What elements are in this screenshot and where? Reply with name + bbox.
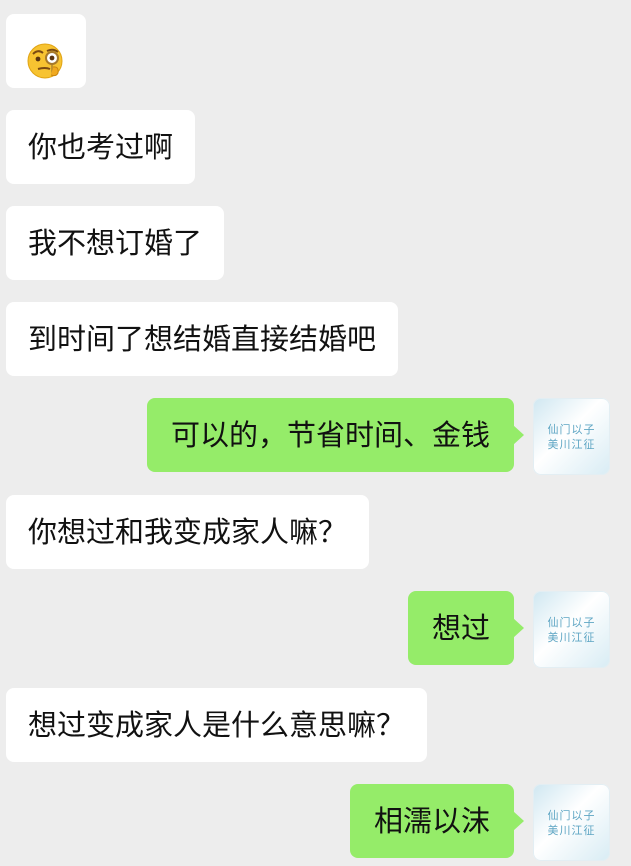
message-row-outgoing: 想过 仙门以子 美川江征 [0,591,631,668]
avatar[interactable]: 仙门以子 美川江征 [533,398,610,475]
message-text: 你想过和我变成家人嘛？ [28,515,348,549]
avatar-text-line2: 美川江征 [547,824,596,837]
message-bubble[interactable]: 可以的，节省时间、金钱 [146,398,525,472]
message-bubble[interactable]: 到时间了想结婚直接结婚吧 [6,302,399,376]
message-row-outgoing: 相濡以沫 仙门以子 美川江征 [0,784,631,861]
message-row-outgoing: 可以的，节省时间、金钱 仙门以子 美川江征 [0,398,631,475]
message-bubble[interactable]: 想过变成家人是什么意思嘛？ [6,688,428,762]
message-row-incoming: 我不想订婚了 [0,206,631,280]
message-text: 你也考过啊 [28,130,174,164]
message-text: 想过 [431,611,490,645]
message-bubble[interactable]: 你想过和我变成家人嘛？ [6,495,370,569]
avatar-text-line1: 仙门以子 [547,616,596,629]
message-text: 可以的，节省时间、金钱 [170,418,490,452]
message-row-incoming [0,14,631,88]
message-bubble-emoji[interactable] [6,14,86,88]
avatar[interactable]: 仙门以子 美川江征 [533,591,610,668]
message-text: 我不想订婚了 [28,226,203,260]
message-bubble[interactable]: 想过 [407,591,525,665]
message-bubble[interactable]: 我不想订婚了 [6,206,225,280]
message-row-incoming: 到时间了想结婚直接结婚吧 [0,302,631,376]
face-with-monocle-icon [26,33,64,79]
avatar-text-line1: 仙门以子 [547,423,596,436]
avatar-text-line2: 美川江征 [547,438,596,451]
message-text: 到时间了想结婚直接结婚吧 [28,322,377,356]
avatar[interactable]: 仙门以子 美川江征 [533,784,610,861]
message-text: 相濡以沫 [373,804,490,838]
message-row-incoming: 你也考过啊 [0,110,631,184]
message-bubble[interactable]: 你也考过啊 [6,110,196,184]
avatar-text-line1: 仙门以子 [547,809,596,822]
message-row-incoming: 想过变成家人是什么意思嘛？ [0,688,631,762]
message-bubble[interactable]: 相濡以沫 [349,784,525,858]
message-text: 想过变成家人是什么意思嘛？ [28,708,406,742]
avatar-text-line2: 美川江征 [547,631,596,644]
message-row-incoming: 你想过和我变成家人嘛？ [0,495,631,569]
